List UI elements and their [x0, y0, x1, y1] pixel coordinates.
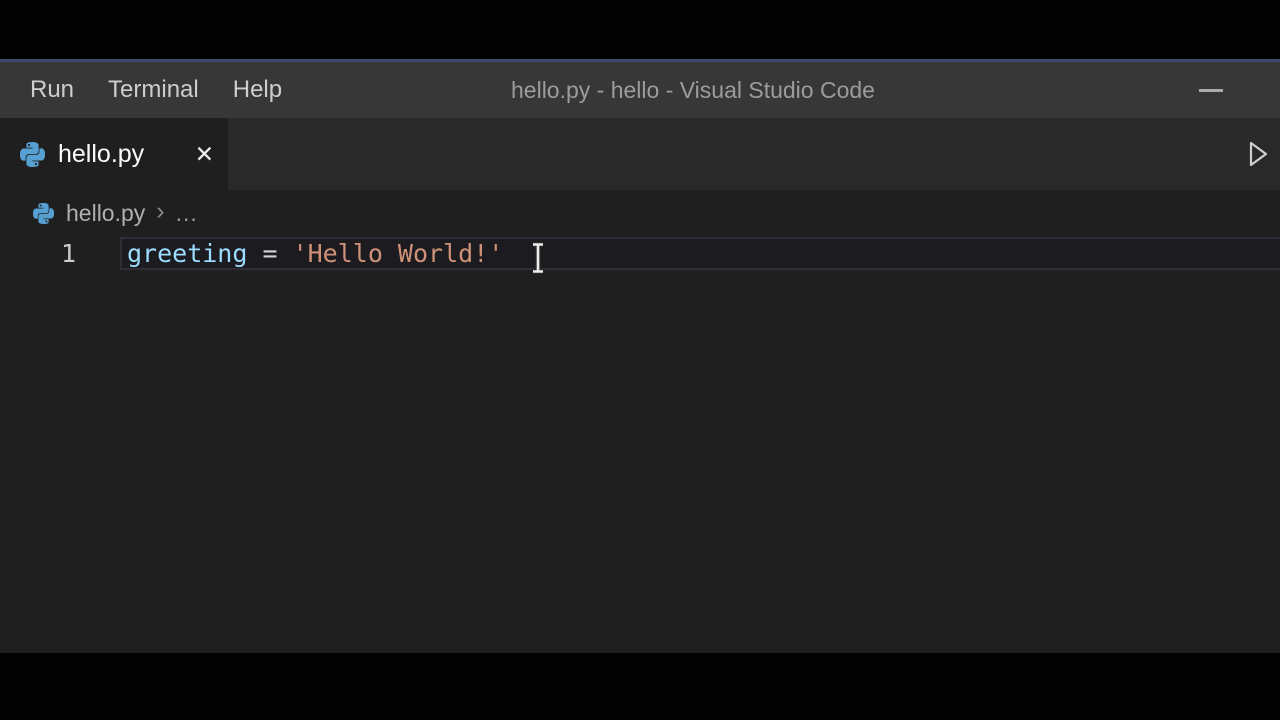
top-letterbox — [0, 0, 1280, 59]
breadcrumb-symbol[interactable]: ... — [176, 200, 198, 227]
title-bar: Run Terminal Help hello.py - hello - Vis… — [0, 62, 1280, 118]
editor[interactable]: hello.py › ... 1 greeting = 'Hello World… — [0, 190, 1280, 653]
text-cursor-icon — [528, 242, 548, 274]
bottom-letterbox — [0, 653, 1280, 720]
breadcrumb-file[interactable]: hello.py — [66, 200, 145, 227]
minimize-icon — [1199, 89, 1223, 92]
menu-bar: Run Terminal Help — [0, 62, 282, 118]
tab-close-button[interactable]: ✕ — [195, 143, 214, 166]
code-line: greeting = 'Hello World!' — [127, 237, 503, 270]
play-triangle-icon — [1246, 139, 1270, 169]
menu-item-run[interactable]: Run — [30, 76, 74, 104]
menu-item-terminal[interactable]: Terminal — [108, 76, 199, 104]
token-string: 'Hello World!' — [293, 239, 504, 268]
tab-label: hello.py — [58, 140, 144, 169]
run-button[interactable] — [1240, 134, 1276, 174]
token-variable: greeting — [127, 239, 247, 268]
menu-item-help[interactable]: Help — [233, 76, 282, 104]
python-icon — [20, 142, 45, 167]
window-title: hello.py - hello - Visual Studio Code — [511, 62, 875, 118]
tab-bar: hello.py ✕ — [0, 118, 1280, 190]
chevron-right-icon: › — [156, 197, 164, 226]
code-area[interactable]: 1 greeting = 'Hello World!' — [0, 236, 1280, 653]
minimize-button[interactable] — [1187, 62, 1235, 118]
token-operator: = — [247, 239, 292, 268]
tab-hello-py[interactable]: hello.py ✕ — [0, 118, 228, 190]
screen: Run Terminal Help hello.py - hello - Vis… — [0, 0, 1280, 720]
python-icon — [33, 203, 54, 224]
line-number: 1 — [0, 237, 76, 270]
breadcrumb: hello.py › ... — [0, 190, 1280, 236]
